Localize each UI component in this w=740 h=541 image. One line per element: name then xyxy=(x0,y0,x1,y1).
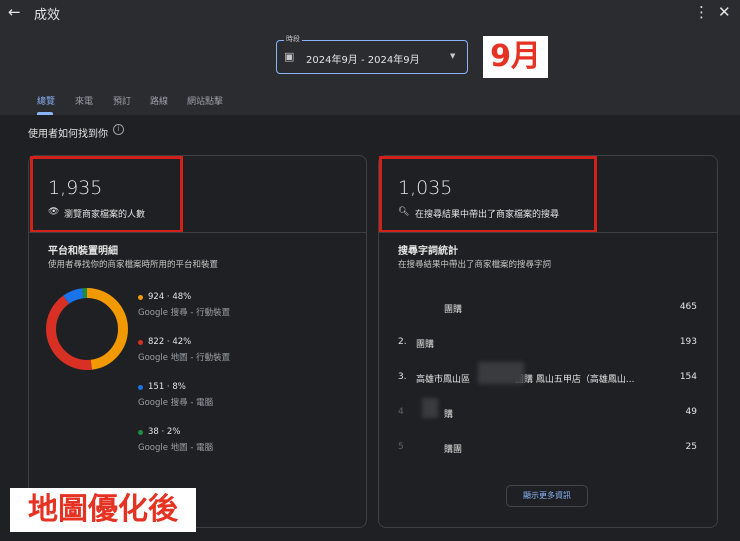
term-count: 154 xyxy=(679,372,697,382)
term-rank: 2. xyxy=(398,337,407,347)
terms-desc: 在搜尋結果中帶出了商家檔案的搜尋字詞 xyxy=(398,260,552,270)
legend-dot xyxy=(138,430,143,435)
close-icon[interactable]: ✕ xyxy=(718,3,731,21)
term-count: 193 xyxy=(679,337,697,347)
back-arrow-icon[interactable]: ← xyxy=(8,3,21,21)
terms-title: 搜尋字詞統計 xyxy=(398,246,458,257)
legend-value: 151 · 8% xyxy=(148,382,186,392)
legend-value: 924 · 48% xyxy=(148,292,192,302)
date-range-label: 時段 xyxy=(284,34,302,44)
term-text: 高雄市鳳山區 團購 鳳山五甲店（高雄鳳山... xyxy=(416,375,635,385)
term-rank: 5 xyxy=(398,442,404,452)
searches-label: 在搜尋結果中帶出了商家檔案的搜尋 xyxy=(415,210,560,220)
info-icon[interactable]: i xyxy=(113,124,124,135)
legend-dot xyxy=(138,340,143,345)
platform-donut-chart xyxy=(46,288,128,370)
redaction xyxy=(422,398,438,418)
views-label: 瀏覽商家檔案的人數 xyxy=(64,210,146,220)
searches-count: 1,035 xyxy=(398,177,453,199)
active-tab-indicator xyxy=(37,112,53,115)
views-count: 1,935 xyxy=(48,177,103,199)
divider xyxy=(378,232,718,233)
redaction xyxy=(478,362,524,384)
legend-value: 822 · 42% xyxy=(148,337,192,347)
legend-label: Google 地圖 - 行動裝置 xyxy=(138,353,231,363)
term-text: 團購 xyxy=(444,305,463,315)
more-options-icon[interactable]: ⋮ xyxy=(694,3,709,21)
term-text: 購 xyxy=(444,410,454,420)
legend-dot xyxy=(138,385,143,390)
legend-value: 38 · 2% xyxy=(148,427,181,437)
term-rank: 3. xyxy=(398,372,407,382)
after-optimization-annotation: 地圖優化後 xyxy=(10,488,196,532)
term-rank: 4 xyxy=(398,407,404,417)
term-text: 購團 xyxy=(444,445,463,455)
term-count: 25 xyxy=(685,442,697,452)
month-annotation: 9月 xyxy=(483,36,548,78)
tab-directions[interactable]: 路線 xyxy=(150,94,168,107)
term-count: 49 xyxy=(685,407,697,417)
term-text: 團購 xyxy=(416,340,435,350)
term-count: 465 xyxy=(679,302,697,312)
legend-label: Google 地圖 - 電腦 xyxy=(138,443,214,453)
tab-calls[interactable]: 來電 xyxy=(75,94,93,107)
eye-icon: 👁 xyxy=(48,207,60,217)
platform-desc: 使用者尋找你的商家檔案時所用的平台和裝置 xyxy=(48,260,219,270)
dropdown-caret-icon: ▼ xyxy=(450,52,456,60)
tab-bookings[interactable]: 預訂 xyxy=(113,94,131,107)
tab-website-clicks[interactable]: 網站點擊 xyxy=(187,94,223,107)
legend-dot xyxy=(138,295,143,300)
calendar-icon: ▣ xyxy=(284,50,295,63)
divider xyxy=(28,232,367,233)
platform-title: 平台和裝置明細 xyxy=(48,246,118,257)
section-title: 使用者如何找到你 xyxy=(28,129,108,140)
date-range-value: 2024年9月 - 2024年9月 xyxy=(306,55,420,66)
tab-overview[interactable]: 總覽 xyxy=(37,94,55,107)
page-title: 成效 xyxy=(34,8,61,23)
legend-label: Google 搜尋 - 行動裝置 xyxy=(138,308,231,318)
show-more-button[interactable]: 顯示更多資訊 xyxy=(506,485,588,507)
search-icon: 🔍︎ xyxy=(398,207,410,217)
legend-label: Google 搜尋 - 電腦 xyxy=(138,398,214,408)
